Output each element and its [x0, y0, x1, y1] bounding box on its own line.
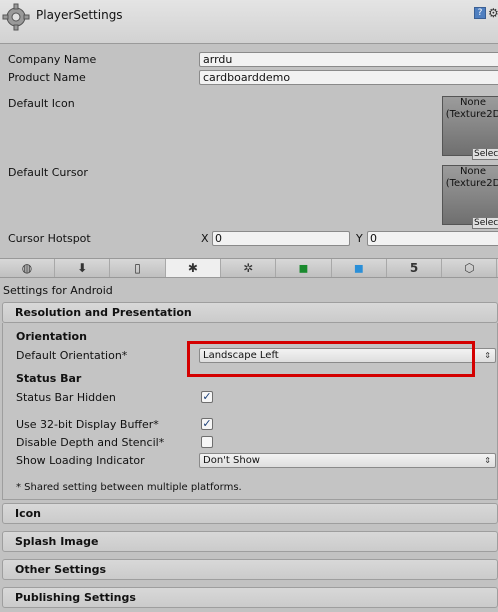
loading-indicator-dropdown[interactable]: Don't Show ⇕: [199, 453, 496, 468]
section-title: Splash Image: [15, 535, 99, 548]
loading-indicator-value: Don't Show: [203, 455, 260, 466]
section-title: Other Settings: [15, 563, 107, 576]
default-icon-select-button[interactable]: Select: [472, 148, 498, 160]
platform-tab-cube[interactable]: ⬡: [442, 259, 498, 277]
download-icon: ⬇: [77, 261, 88, 275]
default-cursor-select-button[interactable]: Select: [472, 217, 498, 229]
mobile-icon: ▯: [134, 261, 141, 275]
platform-tab-globe[interactable]: ◍: [0, 259, 55, 277]
hotspot-y-label: Y: [356, 232, 363, 245]
hotspot-x-field[interactable]: 0: [212, 231, 350, 246]
disable-depth-checkbox[interactable]: [201, 436, 213, 448]
use32-label: Use 32-bit Display Buffer*: [16, 418, 159, 431]
other-settings-section-header[interactable]: Other Settings: [2, 559, 498, 580]
product-name-field[interactable]: cardboarddemo: [199, 70, 498, 85]
orientation-header: Orientation: [16, 330, 87, 343]
company-name-label: Company Name: [8, 53, 97, 66]
status-bar-hidden-checkbox[interactable]: ✓: [201, 391, 213, 403]
blackberry-icon: ✲: [243, 261, 254, 275]
settings-icon[interactable]: ⚙: [488, 6, 498, 20]
player-settings-gear-icon: [2, 3, 30, 31]
globe-icon: ◍: [21, 261, 33, 275]
icon-section-header[interactable]: Icon: [2, 503, 498, 524]
help-icon[interactable]: ?: [474, 7, 486, 19]
status-bar-header: Status Bar: [16, 372, 82, 385]
default-cursor-label: Default Cursor: [8, 166, 88, 179]
android-icon: ✱: [187, 261, 198, 275]
inspector-header: [0, 0, 498, 44]
section-title: Icon: [15, 507, 42, 520]
default-cursor-texture-value: None (Texture2D: [445, 166, 498, 189]
cursor-hotspot-label: Cursor Hotspot: [8, 232, 91, 245]
product-name-label: Product Name: [8, 71, 86, 84]
loading-indicator-label: Show Loading Indicator: [16, 454, 145, 467]
cube-icon: ⬡: [464, 261, 475, 275]
windows-blue-icon: ◼: [353, 261, 364, 275]
section-title: Publishing Settings: [15, 591, 136, 604]
dropdown-arrows-icon: ⇕: [484, 351, 491, 360]
settings-for-platform: Settings for Android: [3, 284, 113, 297]
disable-depth-label: Disable Depth and Stencil*: [16, 436, 165, 449]
windows-green-icon: ◼: [298, 261, 309, 275]
html5-icon: 5: [409, 261, 419, 275]
platform-tab-windows-blue[interactable]: ◼: [332, 259, 387, 277]
platform-tab-windows-green[interactable]: ◼: [277, 259, 332, 277]
dropdown-arrows-icon: ⇕: [484, 456, 491, 465]
platform-tab-html5[interactable]: 5: [387, 259, 443, 277]
company-name-field[interactable]: arrdu: [199, 52, 498, 67]
platform-tab-blackberry[interactable]: ✲: [221, 259, 277, 277]
status-bar-hidden-label: Status Bar Hidden: [16, 391, 116, 404]
splash-image-section-header[interactable]: Splash Image: [2, 531, 498, 552]
inspector-title: PlayerSettings: [36, 8, 123, 22]
default-orientation-label: Default Orientation*: [16, 349, 128, 362]
publishing-settings-section-header[interactable]: Publishing Settings: [2, 587, 498, 608]
hotspot-x-label: X: [201, 232, 209, 245]
default-icon-texture-value: None (Texture2D: [445, 97, 498, 120]
platform-tab-mobile[interactable]: ▯: [111, 259, 166, 277]
resolution-section-header[interactable]: Resolution and Presentation: [2, 302, 498, 323]
use32-checkbox[interactable]: ✓: [201, 418, 213, 430]
platform-tab-android[interactable]: ✱: [165, 259, 221, 277]
resolution-section-title: Resolution and Presentation: [15, 306, 192, 319]
hotspot-y-field[interactable]: 0: [367, 231, 498, 246]
platform-tab-download[interactable]: ⬇: [55, 259, 111, 277]
shared-setting-note: * Shared setting between multiple platfo…: [16, 482, 242, 493]
highlight-box: [187, 341, 475, 377]
default-icon-label: Default Icon: [8, 97, 75, 110]
